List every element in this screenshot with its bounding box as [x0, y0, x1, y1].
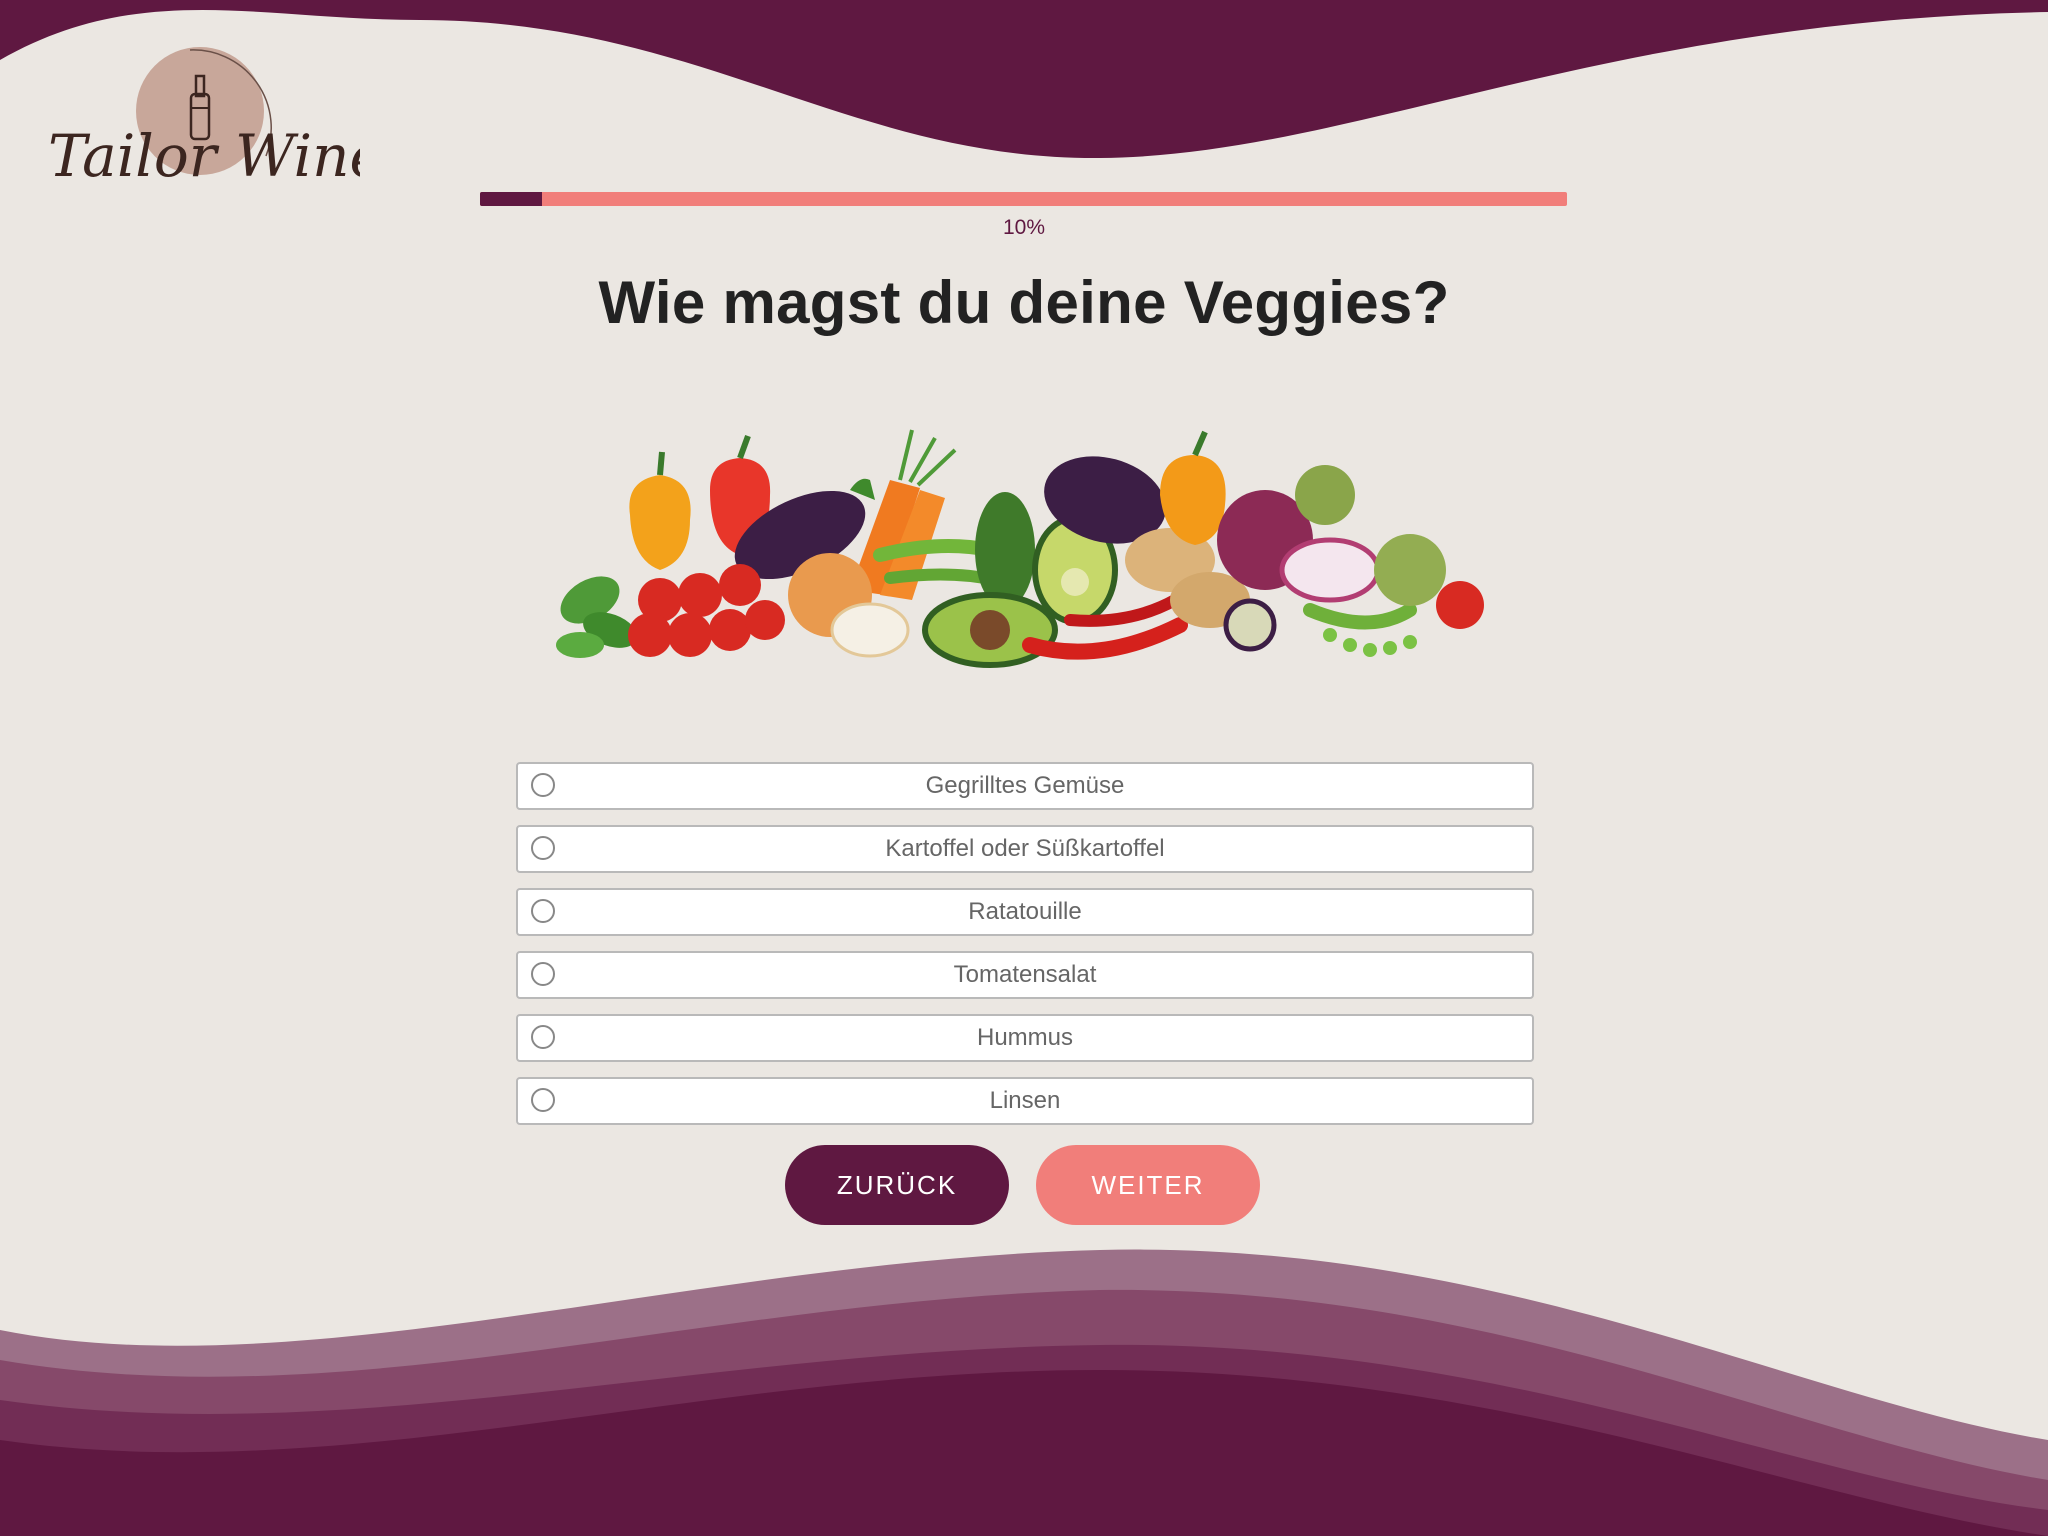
answer-options-list: Gegrilltes Gemüse Kartoffel oder Süßkart…	[516, 762, 1534, 1140]
option-label: Ratatouille	[968, 898, 1082, 925]
vegetables-illustration	[556, 429, 1484, 668]
option-kartoffel[interactable]: Kartoffel oder Süßkartoffel	[516, 825, 1534, 873]
option-label: Kartoffel oder Süßkartoffel	[885, 835, 1165, 862]
progress-bar	[480, 192, 1567, 206]
option-label: Hummus	[976, 1024, 1073, 1051]
option-tomatensalat[interactable]: Tomatensalat	[516, 951, 1534, 999]
radio-button[interactable]	[531, 962, 555, 986]
radio-button[interactable]	[531, 836, 555, 860]
radio-button[interactable]	[531, 1088, 555, 1112]
bottom-wave-decoration	[0, 1249, 2048, 1536]
option-linsen[interactable]: Linsen	[516, 1077, 1534, 1125]
option-label: Gegrilltes Gemüse	[925, 772, 1125, 799]
next-button[interactable]: WEITER	[1036, 1145, 1260, 1225]
question-title: Wie magst du deine Veggies?	[598, 269, 1450, 336]
progress-percent-label: 10%	[1002, 216, 1046, 239]
radio-button[interactable]	[531, 773, 555, 797]
option-gegrilltes-gemuese[interactable]: Gegrilltes Gemüse	[516, 762, 1534, 810]
radio-button[interactable]	[531, 899, 555, 923]
option-label: Tomatensalat	[953, 961, 1097, 988]
tailorwine-logo[interactable]: Tailor Wine	[40, 36, 384, 216]
option-hummus[interactable]: Hummus	[516, 1014, 1534, 1062]
radio-button[interactable]	[531, 1025, 555, 1049]
option-ratatouille[interactable]: Ratatouille	[516, 888, 1534, 936]
back-button[interactable]: ZURÜCK	[785, 1145, 1009, 1225]
progress-bar-fill	[480, 192, 542, 206]
logo-script-text: Tailor Wine	[48, 122, 360, 190]
option-label: Linsen	[989, 1087, 1061, 1114]
